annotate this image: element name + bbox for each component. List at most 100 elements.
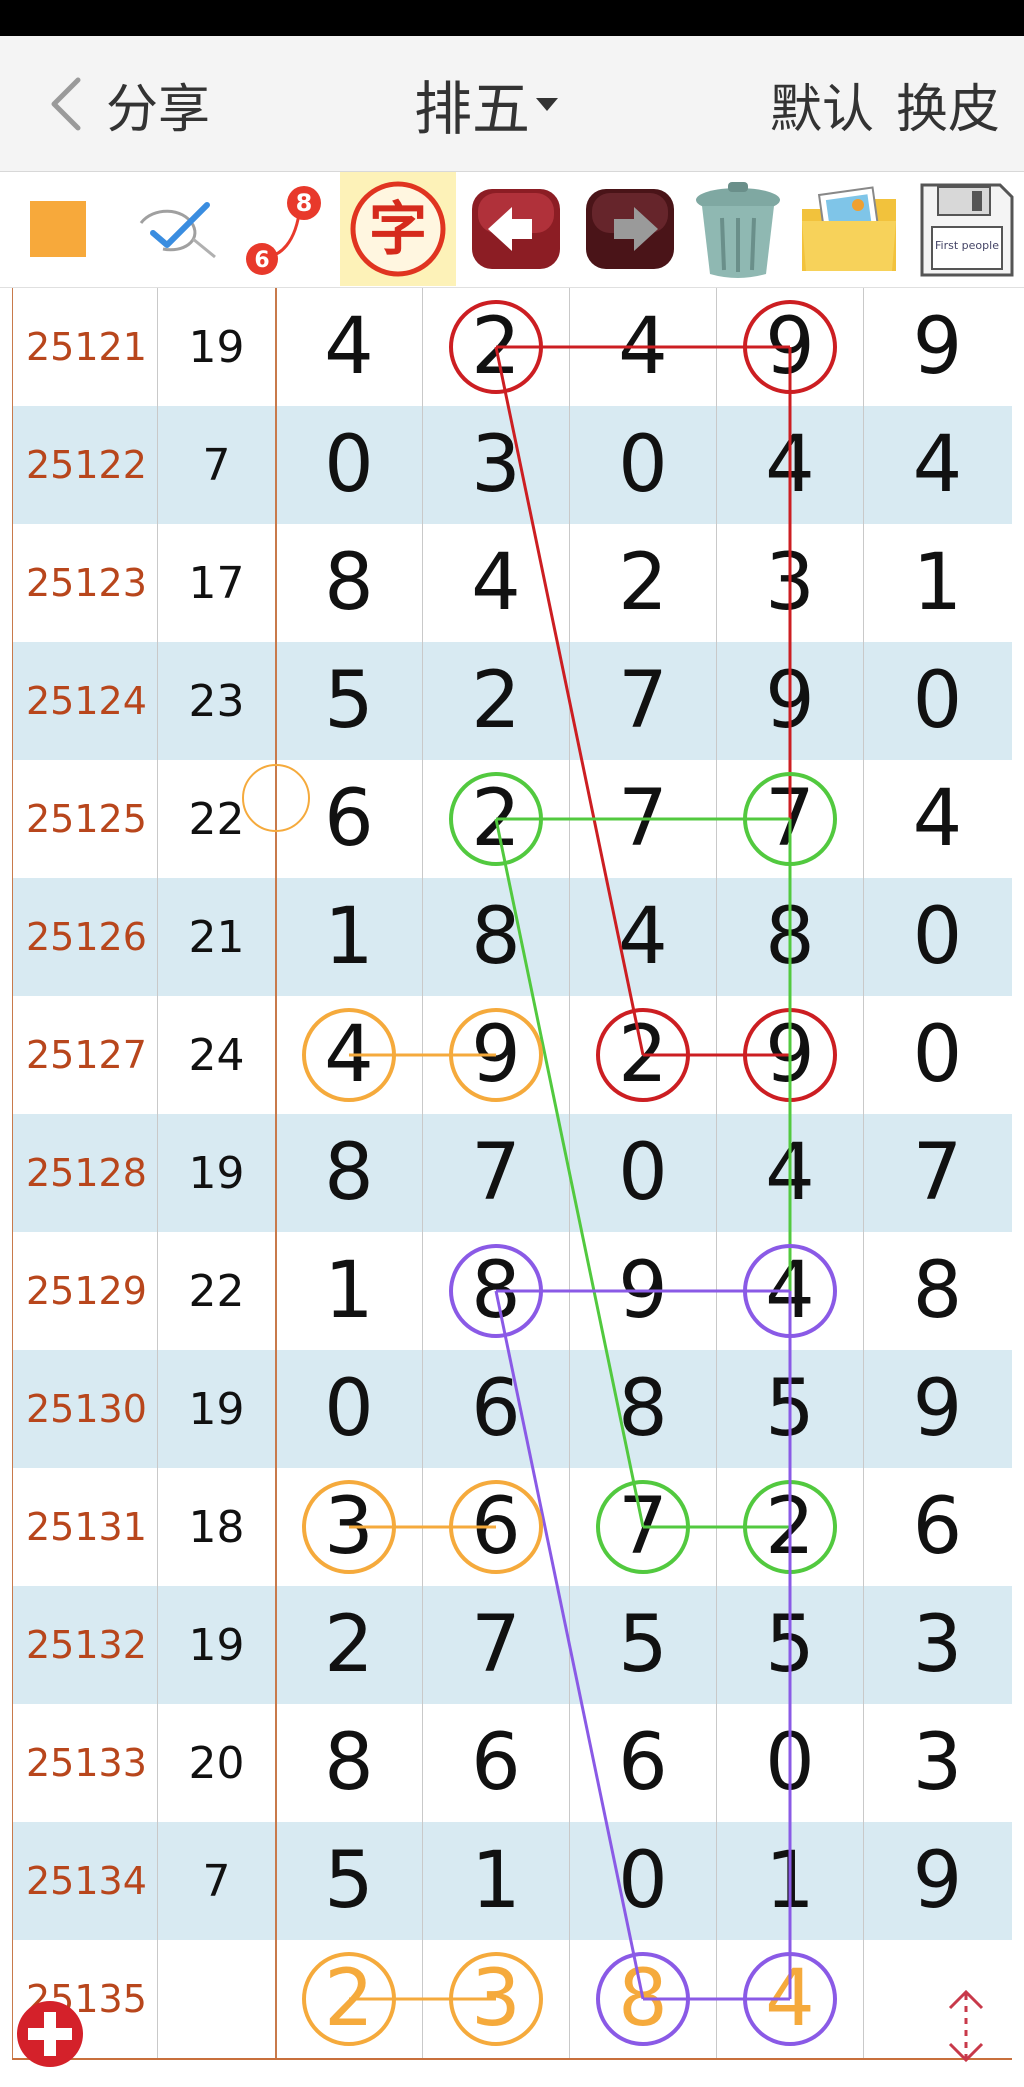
change-skin-button[interactable]: 换皮 <box>896 67 1000 142</box>
table-row[interactable]: 25125 22 6 2 7 7 4 <box>12 760 1012 878</box>
digit-cell[interactable]: 8 <box>276 524 423 642</box>
digit-cell[interactable]: 3 <box>423 1940 570 2058</box>
digit-cell[interactable]: 2 <box>276 1586 423 1704</box>
digit-cell[interactable]: 4 <box>717 1232 864 1350</box>
digit-cell[interactable]: 3 <box>864 1586 1011 1704</box>
digit-cell[interactable]: 1 <box>276 1232 423 1350</box>
digit-cell[interactable]: 0 <box>864 642 1011 760</box>
table-row[interactable]: 25124 23 5 2 7 9 0 <box>12 642 1012 760</box>
table-row[interactable]: 25132 19 2 7 5 5 3 <box>12 1586 1012 1704</box>
digit-cell[interactable]: 3 <box>276 1468 423 1586</box>
digit-cell[interactable]: 0 <box>570 1114 717 1232</box>
digit-cell[interactable]: 9 <box>423 996 570 1114</box>
digit-cell[interactable]: 9 <box>717 288 864 406</box>
default-skin-button[interactable]: 默认 <box>770 67 874 142</box>
table-row[interactable]: 25128 19 8 7 0 4 7 <box>12 1114 1012 1232</box>
digit-cell[interactable]: 0 <box>717 1704 864 1822</box>
add-icon[interactable] <box>14 1998 86 2070</box>
digit-cell[interactable]: 9 <box>864 1350 1011 1468</box>
digit-cell[interactable]: 2 <box>570 524 717 642</box>
digit-cell[interactable]: 7 <box>570 760 717 878</box>
digit-cell[interactable]: 9 <box>864 288 1011 406</box>
digit-cell[interactable]: 5 <box>570 1586 717 1704</box>
table-row[interactable]: 25129 22 1 8 9 4 8 <box>12 1232 1012 1350</box>
table-row[interactable]: 25122 7 0 3 0 4 4 <box>12 406 1012 524</box>
digit-cell[interactable]: 2 <box>570 996 717 1114</box>
table-row[interactable]: 25127 24 4 9 2 9 0 <box>12 996 1012 1114</box>
digit-cell[interactable]: 2 <box>423 760 570 878</box>
table-row[interactable]: 25133 20 8 6 6 0 3 <box>12 1704 1012 1822</box>
digit-cell[interactable]: 8 <box>570 1350 717 1468</box>
digit-cell[interactable]: 4 <box>717 406 864 524</box>
digit-cell[interactable]: 2 <box>423 288 570 406</box>
text-tool-button[interactable]: 字 <box>340 172 456 286</box>
digit-cell[interactable]: 8 <box>717 878 864 996</box>
digit-cell[interactable]: 5 <box>717 1586 864 1704</box>
digit-cell[interactable]: 8 <box>276 1114 423 1232</box>
undo-button[interactable] <box>460 172 572 286</box>
digit-cell[interactable]: 3 <box>423 406 570 524</box>
digit-cell[interactable]: 4 <box>276 996 423 1114</box>
digit-cell[interactable]: 0 <box>276 406 423 524</box>
digit-cell[interactable]: 3 <box>864 1704 1011 1822</box>
digit-cell[interactable]: 1 <box>423 1822 570 1940</box>
trash-button[interactable] <box>682 172 794 286</box>
digit-cell[interactable]: 7 <box>570 1468 717 1586</box>
redo-button[interactable] <box>574 172 686 286</box>
digit-cell[interactable]: 4 <box>570 288 717 406</box>
digit-cell[interactable]: 0 <box>570 406 717 524</box>
digit-cell[interactable]: 7 <box>423 1114 570 1232</box>
digit-cell[interactable]: 6 <box>423 1350 570 1468</box>
digit-cell[interactable]: 1 <box>717 1822 864 1940</box>
digit-cell[interactable]: 6 <box>864 1468 1011 1586</box>
digit-cell[interactable]: 8 <box>864 1232 1011 1350</box>
digit-cell[interactable]: 5 <box>717 1350 864 1468</box>
digit-cell[interactable]: 4 <box>276 288 423 406</box>
digit-cell[interactable]: 0 <box>276 1350 423 1468</box>
line-count-button[interactable]: 8 6 <box>240 172 326 286</box>
digit-cell[interactable]: 4 <box>717 1940 864 2058</box>
digit-cell[interactable]: 1 <box>864 524 1011 642</box>
color-picker-button[interactable] <box>10 172 106 286</box>
table-row[interactable]: 25135 2 3 8 4 <box>12 1940 1012 2058</box>
digit-cell[interactable]: 3 <box>717 524 864 642</box>
digit-cell[interactable]: 9 <box>717 642 864 760</box>
number-grid[interactable]: 25121 19 4 2 4 9 9 25122 7 0 3 0 4 4 25123 17 8 4 2 3 1 25124… <box>0 288 1024 2087</box>
digit-cell[interactable]: 7 <box>570 642 717 760</box>
digit-cell[interactable]: 8 <box>423 878 570 996</box>
digit-cell[interactable]: 6 <box>423 1468 570 1586</box>
digit-cell[interactable]: 4 <box>423 524 570 642</box>
table-row[interactable]: 25130 19 0 6 8 5 9 <box>12 1350 1012 1468</box>
table-row[interactable]: 25131 18 3 6 7 2 6 <box>12 1468 1012 1586</box>
digit-cell[interactable]: 2 <box>717 1468 864 1586</box>
digit-cell[interactable]: 8 <box>570 1940 717 2058</box>
digit-cell[interactable]: 8 <box>276 1704 423 1822</box>
digit-cell[interactable]: 9 <box>864 1822 1011 1940</box>
table-row[interactable]: 25123 17 8 4 2 3 1 <box>12 524 1012 642</box>
digit-cell[interactable]: 5 <box>276 642 423 760</box>
digit-cell[interactable]: 4 <box>717 1114 864 1232</box>
digit-cell[interactable]: 4 <box>864 760 1011 878</box>
save-button[interactable]: First people <box>908 172 1024 286</box>
title-dropdown[interactable]: 排五 <box>414 62 560 146</box>
table-row[interactable]: 25134 7 5 1 0 1 9 <box>12 1822 1012 1940</box>
digit-cell[interactable]: 7 <box>423 1586 570 1704</box>
digit-cell[interactable]: 7 <box>717 760 864 878</box>
digit-cell[interactable]: 5 <box>276 1822 423 1940</box>
digit-cell[interactable]: 0 <box>864 878 1011 996</box>
digit-cell[interactable]: 9 <box>717 996 864 1114</box>
digit-cell[interactable]: 6 <box>276 760 423 878</box>
scroll-arrows-icon[interactable] <box>940 1986 992 2066</box>
digit-cell[interactable]: 2 <box>276 1940 423 2058</box>
digit-cell[interactable]: 4 <box>570 878 717 996</box>
digit-cell[interactable]: 0 <box>864 996 1011 1114</box>
digit-cell[interactable]: 6 <box>570 1704 717 1822</box>
gallery-button[interactable] <box>794 172 906 286</box>
digit-cell[interactable]: 1 <box>276 878 423 996</box>
digit-cell[interactable]: 0 <box>570 1822 717 1940</box>
digit-cell[interactable]: 9 <box>570 1232 717 1350</box>
digit-cell[interactable]: 8 <box>423 1232 570 1350</box>
digit-cell[interactable]: 7 <box>864 1114 1011 1232</box>
table-row[interactable]: 25126 21 1 8 4 8 0 <box>12 878 1012 996</box>
pen-tool-button[interactable] <box>130 172 226 286</box>
